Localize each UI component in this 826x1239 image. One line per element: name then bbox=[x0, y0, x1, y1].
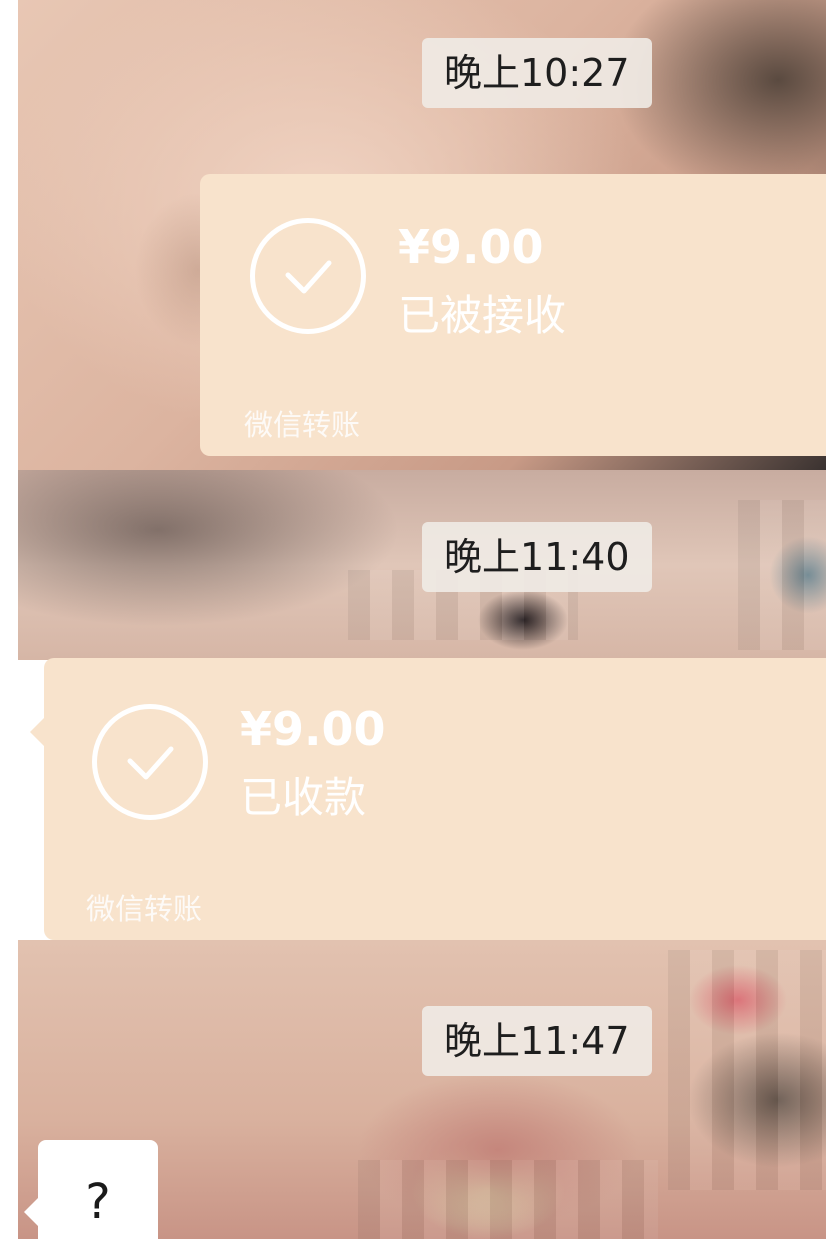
left-border bbox=[0, 0, 18, 1239]
message-timestamp: 晚上11:47 bbox=[422, 1006, 652, 1076]
transfer-amount: ¥9.00 bbox=[398, 220, 544, 274]
chat-screen: 晚上10:27 ¥9.00 已被接收 微信转账 晚上11:40 ¥9.00 已收… bbox=[0, 0, 826, 1239]
message-text: ? bbox=[85, 1174, 111, 1230]
transfer-card-received[interactable]: ¥9.00 已收款 微信转账 bbox=[30, 658, 826, 940]
transfer-card-sent[interactable]: ¥9.00 已被接收 微信转账 bbox=[200, 174, 826, 456]
check-circle-icon bbox=[92, 704, 208, 820]
bubble-tail bbox=[24, 1198, 38, 1226]
check-circle-icon bbox=[250, 218, 366, 334]
message-timestamp: 晚上10:27 bbox=[422, 38, 652, 108]
transfer-amount: ¥9.00 bbox=[240, 702, 386, 756]
transfer-label: 微信转账 bbox=[86, 892, 203, 926]
bubble-tail bbox=[30, 718, 44, 746]
transfer-label: 微信转账 bbox=[244, 408, 361, 442]
text-message-bubble[interactable]: ? bbox=[24, 1140, 158, 1239]
transfer-status: 已被接收 bbox=[398, 291, 567, 340]
transfer-status: 已收款 bbox=[240, 773, 367, 822]
message-timestamp: 晚上11:40 bbox=[422, 522, 652, 592]
